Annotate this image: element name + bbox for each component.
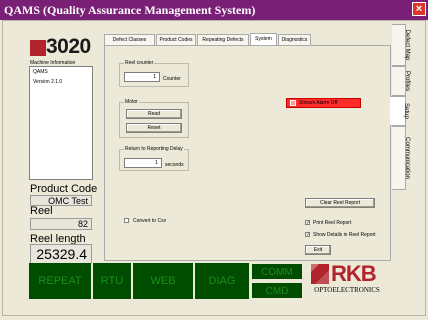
reset-button[interactable]: Reset	[126, 123, 182, 133]
tab-defect-classes[interactable]: Defect Classes	[104, 34, 155, 45]
side-tab-setup[interactable]: Setup	[390, 96, 409, 126]
machine-info-line: QAMS	[33, 69, 48, 75]
print-reel-report-checkbox[interactable]: ✓	[305, 220, 310, 226]
side-tab-profiles-label: Profiles	[404, 70, 410, 92]
return-delay-input[interactable]: 1	[124, 158, 162, 168]
logo-mark-icon	[30, 40, 46, 56]
reel-length-value: 25329.4	[30, 244, 92, 264]
tab-product-codes[interactable]: Product Codes	[156, 34, 196, 45]
rkb-logo: RKB OPTOELECTRONICS	[305, 262, 387, 298]
side-tab-setup-label: Setup	[403, 103, 409, 119]
reel-counter-title: Reel counter	[124, 60, 155, 66]
stream-alarm-indicator[interactable]: Stream Alarm Off	[286, 98, 361, 108]
side-tab-defect-map[interactable]: Defect Map	[392, 24, 410, 66]
side-tab-communication-label: Communication	[404, 137, 410, 179]
window-title: QAMS (Quality Assurance Management Syste…	[4, 3, 256, 17]
reel-value: 82	[30, 218, 92, 230]
return-delay-unit: seconds	[165, 162, 184, 168]
convert-csv-label: Convert to Csv	[133, 218, 167, 224]
cmd-indicator[interactable]: CMD	[251, 282, 303, 299]
machine-info-box: QAMS Version 2.1.0	[29, 66, 93, 180]
comm-indicator[interactable]: COMM	[251, 263, 303, 280]
convert-csv-checkbox[interactable]	[124, 218, 129, 223]
print-reel-report-label: Print Reel Report	[313, 220, 352, 226]
machine-info-line: Version 2.1.0	[33, 79, 63, 85]
tab-diagnostics[interactable]: Diagnostics	[278, 34, 311, 45]
logo: 3020	[30, 34, 91, 60]
reel-counter-input[interactable]: 1	[124, 72, 160, 82]
clear-reel-report-button[interactable]: Clear Reel Report	[305, 198, 375, 208]
stream-alarm-label: Stream Alarm Off	[299, 100, 338, 106]
rtu-button[interactable]: RTU	[93, 263, 133, 299]
rkb-logo-text: RKB	[331, 261, 377, 286]
read-button[interactable]: Read	[126, 109, 182, 119]
side-tab-communication[interactable]: Communication	[392, 126, 410, 190]
repeat-button[interactable]: REPEAT	[29, 263, 93, 299]
close-button[interactable]: ×	[412, 2, 426, 16]
application-window: QAMS (Quality Assurance Management Syste…	[0, 0, 428, 320]
tab-repeating-defects[interactable]: Repeating Defects	[197, 34, 249, 45]
return-delay-title: Return to Reporting Delay	[124, 146, 184, 152]
side-tab-defect-map-label: Defect Map	[404, 29, 410, 61]
logo-text: 3020	[46, 35, 91, 58]
stream-alarm-checkbox[interactable]	[290, 100, 296, 106]
status-strip	[0, 316, 428, 320]
web-button[interactable]: WEB	[133, 263, 195, 299]
show-details-checkbox[interactable]: ✓	[305, 232, 310, 238]
title-bar: QAMS (Quality Assurance Management Syste…	[0, 0, 428, 20]
product-code-label: Product Code	[30, 183, 98, 195]
show-details-label: Show Details in Reel Report	[313, 232, 376, 238]
reel-counter-unit: Counter	[163, 76, 181, 82]
rkb-logo-subtext: OPTOELECTRONICS	[314, 286, 380, 294]
exit-button[interactable]: Exit	[305, 245, 331, 255]
diag-button[interactable]: DIAG	[195, 263, 251, 299]
motor-title: Motor	[124, 99, 139, 105]
side-tab-profiles[interactable]: Profiles	[392, 66, 410, 96]
reel-label: Reel	[30, 205, 53, 217]
